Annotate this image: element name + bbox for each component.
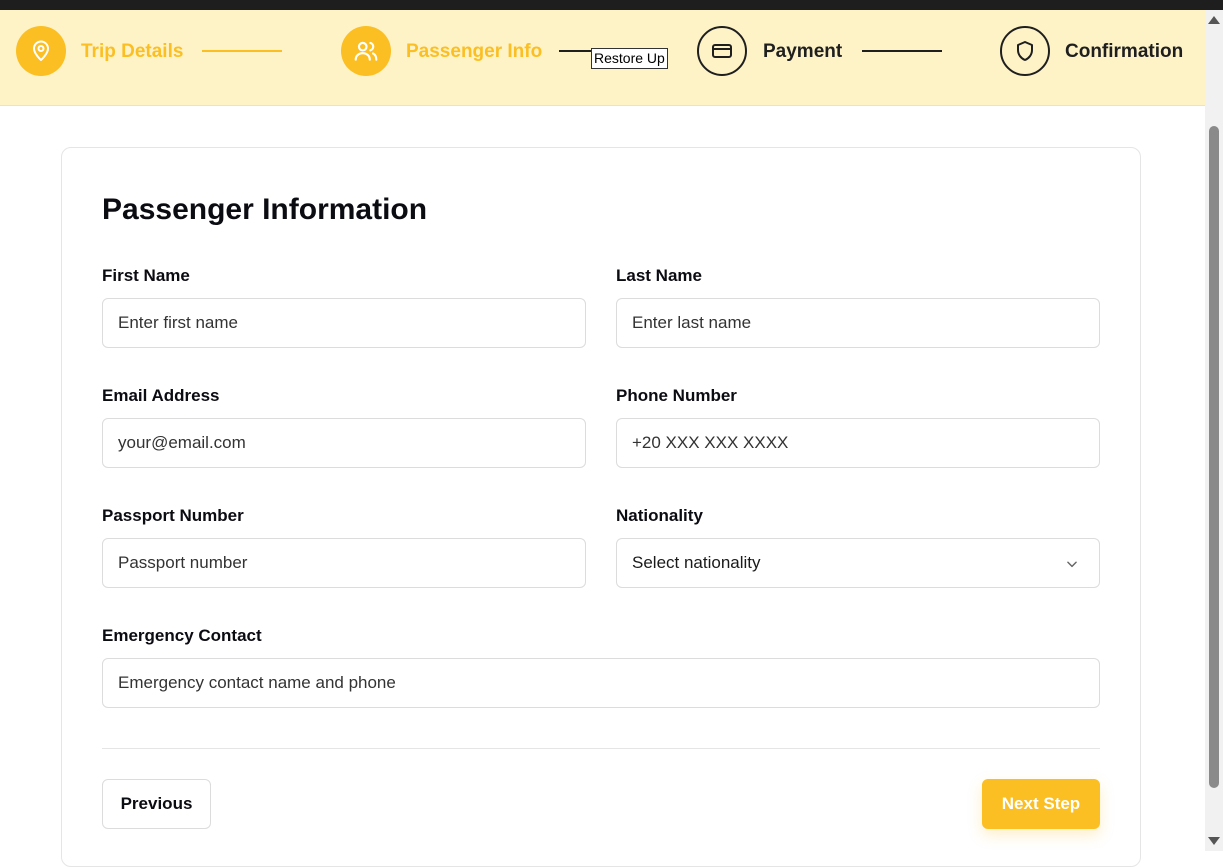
passenger-form-card: Passenger Information First Name Last Na… bbox=[61, 147, 1141, 867]
step-connector bbox=[559, 50, 593, 52]
emergency-contact-field-wrapper bbox=[102, 658, 1100, 708]
form-title: Passenger Information bbox=[102, 193, 428, 226]
step-trip-details-label[interactable]: Trip Details bbox=[81, 40, 183, 64]
step-trip-details-circle[interactable] bbox=[16, 26, 66, 76]
step-passenger-info-circle[interactable] bbox=[341, 26, 391, 76]
credit-card-icon bbox=[712, 44, 732, 58]
scroll-down-arrow-icon[interactable] bbox=[1208, 837, 1220, 845]
first-name-input[interactable] bbox=[103, 299, 585, 347]
scroll-up-arrow-icon[interactable] bbox=[1208, 16, 1220, 24]
step-payment-label[interactable]: Payment bbox=[763, 40, 842, 64]
passport-label: Passport Number bbox=[102, 506, 244, 525]
map-pin-icon bbox=[33, 40, 49, 61]
step-confirmation-circle[interactable] bbox=[1000, 26, 1050, 76]
first-name-label: First Name bbox=[102, 266, 190, 285]
phone-field-wrapper bbox=[616, 418, 1100, 468]
nationality-selected-value: Select nationality bbox=[632, 553, 761, 572]
nationality-label: Nationality bbox=[616, 506, 703, 525]
shield-icon bbox=[1017, 41, 1033, 61]
tooltip: Restore Up bbox=[591, 48, 668, 69]
step-connector bbox=[202, 50, 282, 52]
last-name-label: Last Name bbox=[616, 266, 702, 285]
previous-button[interactable]: Previous bbox=[102, 779, 211, 829]
step-connector bbox=[862, 50, 942, 52]
vertical-scrollbar[interactable] bbox=[1205, 10, 1223, 851]
users-icon bbox=[354, 41, 378, 61]
phone-input[interactable] bbox=[617, 419, 1099, 467]
email-label: Email Address bbox=[102, 386, 220, 405]
nationality-select[interactable]: Select nationality bbox=[616, 538, 1100, 588]
scrollbar-thumb[interactable] bbox=[1209, 126, 1219, 788]
next-step-button[interactable]: Next Step bbox=[982, 779, 1100, 829]
emergency-contact-label: Emergency Contact bbox=[102, 626, 262, 645]
window-top-bar bbox=[0, 0, 1223, 10]
passport-field-wrapper bbox=[102, 538, 586, 588]
phone-label: Phone Number bbox=[616, 386, 737, 405]
chevron-down-icon bbox=[1067, 561, 1077, 568]
email-field-wrapper bbox=[102, 418, 586, 468]
step-payment-circle[interactable] bbox=[697, 26, 747, 76]
email-input[interactable] bbox=[103, 419, 585, 467]
progress-stepper: Trip Details Passenger Info Restore Up P… bbox=[0, 10, 1205, 106]
first-name-field-wrapper bbox=[102, 298, 586, 348]
emergency-contact-input[interactable] bbox=[103, 659, 1099, 707]
passport-input[interactable] bbox=[103, 539, 585, 587]
form-divider bbox=[102, 748, 1100, 749]
step-passenger-info-label[interactable]: Passenger Info bbox=[406, 40, 542, 64]
last-name-field-wrapper bbox=[616, 298, 1100, 348]
last-name-input[interactable] bbox=[617, 299, 1099, 347]
step-confirmation-label[interactable]: Confirmation bbox=[1065, 40, 1183, 64]
